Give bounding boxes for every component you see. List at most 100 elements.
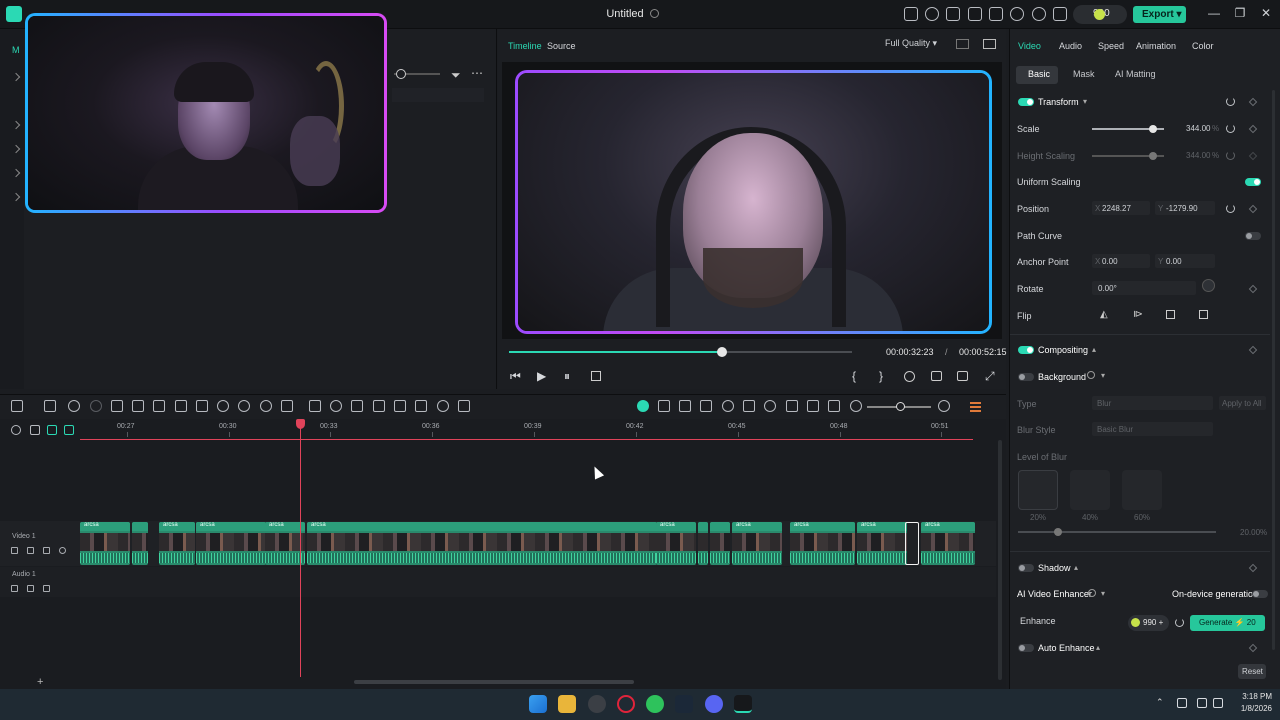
audio-mixer-icon[interactable] <box>786 400 798 412</box>
preview-video[interactable] <box>515 70 992 334</box>
steam-icon[interactable] <box>675 695 693 713</box>
layout-icon[interactable] <box>11 400 23 412</box>
scale-slider-knob[interactable] <box>1149 125 1157 133</box>
audio-track[interactable] <box>0 567 996 597</box>
tab-video[interactable]: Video <box>1018 41 1041 51</box>
track-add-icon[interactable] <box>828 400 840 412</box>
timeline-clip[interactable]: arcsa <box>307 522 657 565</box>
expand-icon[interactable]: ▴ <box>1096 643 1100 652</box>
stop-icon[interactable] <box>591 371 601 381</box>
camera-icon[interactable] <box>931 371 942 381</box>
grid-icon[interactable] <box>989 7 1003 21</box>
keyframe-tool-icon[interactable] <box>373 400 385 412</box>
discord-icon[interactable] <box>705 695 723 713</box>
gift-icon[interactable] <box>904 7 918 21</box>
background-toggle[interactable] <box>1018 373 1034 381</box>
expand-icon[interactable]: ▴ <box>1074 563 1078 572</box>
opera-icon[interactable] <box>617 695 635 713</box>
transition-icon[interactable] <box>394 400 406 412</box>
blur-option-40[interactable] <box>1070 470 1110 510</box>
timeline-horizontal-scrollbar[interactable] <box>354 680 634 684</box>
render-icon[interactable] <box>904 371 915 382</box>
color-icon[interactable] <box>437 400 449 412</box>
scrub-handle[interactable] <box>717 347 727 357</box>
timeline-clip[interactable]: arcsa <box>857 522 907 565</box>
network-icon[interactable] <box>1197 698 1207 708</box>
expand-icon[interactable]: ▴ <box>1092 345 1096 354</box>
undo-icon[interactable] <box>68 400 80 412</box>
reset-button[interactable]: Reset <box>1238 664 1266 679</box>
image-icon[interactable] <box>946 7 960 21</box>
rotate-left-icon[interactable] <box>1166 310 1175 319</box>
close-button[interactable]: ✕ <box>1258 6 1274 22</box>
slider-knob[interactable] <box>396 69 406 79</box>
render-preview-icon[interactable] <box>679 400 691 412</box>
height-scaling-value[interactable]: 344.00 <box>1186 151 1210 160</box>
shield-icon[interactable] <box>743 400 755 412</box>
ai-tool-icon[interactable] <box>196 400 208 412</box>
volume-icon[interactable] <box>957 371 968 381</box>
select-tool-icon[interactable] <box>44 400 56 412</box>
subtab-basic[interactable]: Basic <box>1028 69 1050 79</box>
speed-icon[interactable] <box>217 400 229 412</box>
reset-icon[interactable] <box>1226 97 1235 106</box>
zoom-slider-knob[interactable] <box>896 402 905 411</box>
minimize-button[interactable]: — <box>1206 6 1222 22</box>
flip-vertical-icon[interactable]: ⧐ <box>1133 309 1143 320</box>
quality-select[interactable]: Full Quality ▾ <box>885 38 937 49</box>
snapshot-icon[interactable] <box>983 39 996 49</box>
blur-level-knob[interactable] <box>1054 528 1062 536</box>
export-button[interactable]: Export ▾ <box>1133 6 1186 23</box>
more-icon[interactable]: ⋯ <box>471 66 483 80</box>
reset-icon[interactable] <box>1226 204 1235 213</box>
add-track-button[interactable]: + <box>37 676 43 688</box>
effect-icon[interactable] <box>415 400 427 412</box>
timeline-clip[interactable]: arcsa <box>656 522 696 565</box>
anchor-y-field[interactable] <box>1155 254 1215 268</box>
blur-option-20[interactable] <box>1018 470 1058 510</box>
speaker-icon[interactable] <box>27 547 34 554</box>
properties-scrollbar[interactable] <box>1272 90 1275 650</box>
send-icon[interactable] <box>925 7 939 21</box>
compositing-toggle[interactable] <box>1018 346 1034 354</box>
playhead-handle[interactable] <box>296 419 305 429</box>
blur-level-slider[interactable] <box>1018 531 1216 533</box>
mask-icon[interactable] <box>260 400 272 412</box>
split-icon[interactable] <box>132 400 144 412</box>
whatsapp-icon[interactable] <box>646 695 664 713</box>
rotate-right-icon[interactable] <box>1199 310 1208 319</box>
timeline-clip[interactable]: arcsa <box>732 522 782 565</box>
help-icon[interactable] <box>1088 589 1096 597</box>
crop-icon[interactable] <box>153 400 165 412</box>
ai-cut-icon[interactable] <box>309 400 321 412</box>
cloud-icon[interactable] <box>1010 7 1024 21</box>
chrome-icon[interactable] <box>588 695 606 713</box>
ai-audio-icon[interactable] <box>330 400 342 412</box>
maximize-button[interactable]: ❐ <box>1232 6 1248 22</box>
windows-start-icon[interactable] <box>529 695 547 713</box>
text-icon[interactable] <box>175 400 187 412</box>
help-icon[interactable] <box>1087 371 1095 379</box>
snap-icon[interactable] <box>658 400 670 412</box>
collapse-icon[interactable]: ▾ <box>1083 97 1087 106</box>
tab-audio[interactable]: Audio <box>1059 41 1082 51</box>
tray-chevron-icon[interactable]: ⌃ <box>1156 697 1164 708</box>
collapse-icon[interactable]: ▾ <box>1101 589 1105 598</box>
uniform-scaling-toggle[interactable] <box>1245 178 1261 186</box>
media-search-bar[interactable] <box>392 88 484 102</box>
anchor-x-field[interactable] <box>1092 254 1150 268</box>
add-audio-track-icon[interactable] <box>64 425 74 435</box>
auto-enhance-toggle[interactable] <box>1018 644 1034 652</box>
on-device-toggle[interactable] <box>1252 590 1268 598</box>
zoom-out-icon[interactable] <box>850 400 862 412</box>
filter-icon[interactable]: ⏷ <box>451 68 461 83</box>
lock-icon[interactable] <box>43 547 50 554</box>
tab-speed[interactable]: Speed <box>1098 41 1124 51</box>
collapse-icon[interactable]: ▾ <box>1101 371 1105 380</box>
motion-track-icon[interactable] <box>722 400 734 412</box>
snapshot-tool-icon[interactable] <box>458 400 470 412</box>
tab-source[interactable]: Source <box>547 41 576 51</box>
subtab-mask[interactable]: Mask <box>1073 69 1095 79</box>
folder-icon[interactable] <box>11 585 18 592</box>
timeline-clip[interactable] <box>710 522 730 565</box>
